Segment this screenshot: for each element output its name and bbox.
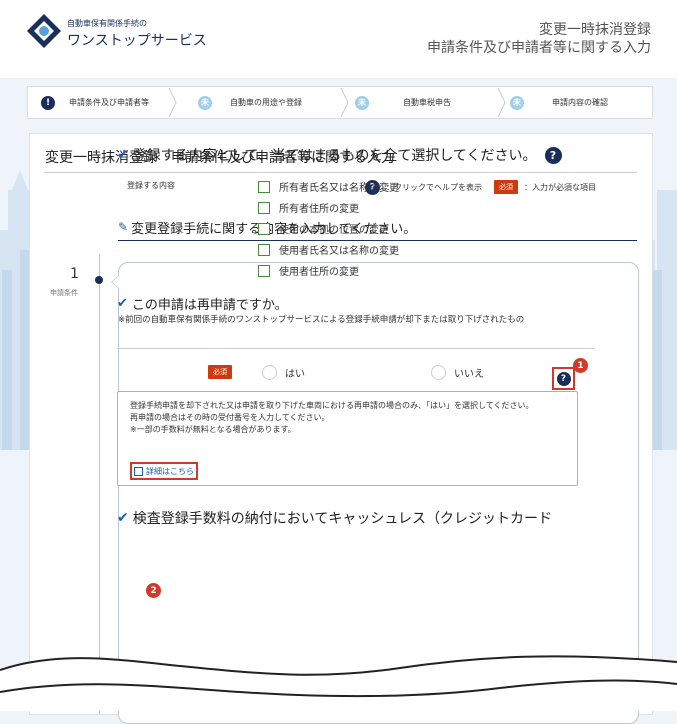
checkbox-group: 所有者氏名又は名称の変更 所有者住所の変更 使用の本拠の位置の変更 使用者氏名又… (258, 176, 399, 281)
option-owner-name[interactable]: 所有者氏名又は名称の変更 (258, 176, 399, 197)
divider (117, 348, 595, 349)
question-title: 登録する内容として、当てはまるものを全て選択してください。 (132, 148, 537, 164)
question-reapplication: ✔ この申請は再申請ですか。 (117, 294, 288, 313)
check-icon: ✔ (117, 147, 129, 163)
help-text-line: 登録手続申請を却下された又は申請を取り下げた車両における再申請の場合のみ、「はい… (130, 401, 534, 410)
checkbox[interactable] (258, 201, 270, 214)
radio-no-label[interactable]: いいえ (454, 365, 484, 380)
radio-yes-label[interactable]: はい (285, 365, 305, 380)
checkbox[interactable] (258, 222, 270, 235)
option-user-name[interactable]: 使用者氏名又は名称の変更 (258, 239, 399, 260)
option-base-location[interactable]: 使用の本拠の位置の変更 (258, 218, 399, 239)
cutoff-wave (0, 655, 677, 711)
check-icon: ✔ (117, 296, 128, 311)
help-text-line: 再申請の場合はその時の受付番号を入力してください。 (130, 413, 330, 422)
help-text-line: ※一部の手数料が無料となる場合があります。 (130, 425, 296, 434)
annotation-marker-1: 1 (573, 358, 588, 373)
option-label: 使用者住所の変更 (279, 267, 359, 278)
radio-no[interactable] (431, 364, 446, 380)
question-registration-content: ✔ 登録する内容として、当てはまるものを全て選択してください。 ? (117, 145, 562, 165)
option-label: 使用の本拠の位置の変更 (279, 225, 389, 236)
question-title: この申請は再申請ですか。 (131, 298, 288, 313)
option-user-address[interactable]: 使用者住所の変更 (258, 260, 399, 281)
option-label: 使用者氏名又は名称の変更 (279, 246, 399, 257)
help-tooltip-box: 登録手続申請を却下された又は申請を取り下げた車両における再申請の場合のみ、「はい… (117, 391, 578, 486)
option-label: 所有者氏名又は名称の変更 (279, 183, 399, 194)
checkbox[interactable] (258, 264, 270, 277)
option-owner-address[interactable]: 所有者住所の変更 (258, 197, 399, 218)
details-link-label: 詳細はこちら (146, 466, 194, 476)
reapplication-radio-group: 必須 はい いいえ (208, 364, 484, 380)
details-link[interactable]: 詳細はこちら (130, 462, 198, 480)
checkbox[interactable] (258, 243, 270, 256)
required-badge: 必須 (208, 365, 232, 379)
help-text: 登録手続申請を却下された又は申請を取り下げた車両における再申請の場合のみ、「はい… (130, 400, 570, 436)
external-link-icon (134, 466, 143, 476)
help-icon[interactable]: ? (544, 146, 562, 164)
help-icon: ? (556, 371, 571, 386)
field-label: 登録する内容 (127, 181, 175, 190)
radio-yes[interactable] (262, 364, 277, 380)
annotation-marker-2: 2 (146, 583, 161, 598)
checkbox[interactable] (258, 180, 270, 193)
option-label: 所有者住所の変更 (279, 204, 359, 215)
question-title: 検査登録手数料の納付においてキャッシュレス（クレジットカード (132, 511, 553, 527)
help-button[interactable]: ? (552, 367, 575, 390)
question-note: ※前回の自動車保有関係手続のワンストップサービスによる登録手続申請が却下または取… (118, 315, 525, 325)
question-cashless-payment: ✔ 検査登録手数料の納付においてキャッシュレス（クレジットカード (117, 508, 552, 528)
check-icon: ✔ (117, 510, 129, 526)
